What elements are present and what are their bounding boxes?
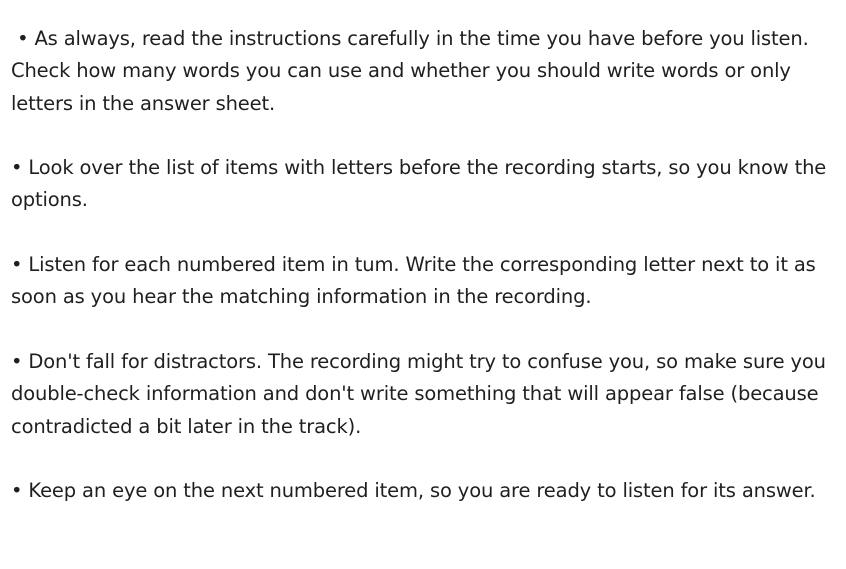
tip-paragraph: • As always, read the instructions caref… [11, 27, 815, 115]
tip-paragraph: • Keep an eye on the next numbered item,… [11, 479, 816, 503]
tip-paragraph: • Don't fall for distractors. The record… [11, 349, 826, 438]
tip-paragraph: • Listen for each numbered item in tum. … [11, 253, 816, 309]
tip-paragraph: • Look over the list of items with lette… [11, 156, 827, 212]
listening-tips: • As always, read the instructions caref… [11, 23, 837, 507]
